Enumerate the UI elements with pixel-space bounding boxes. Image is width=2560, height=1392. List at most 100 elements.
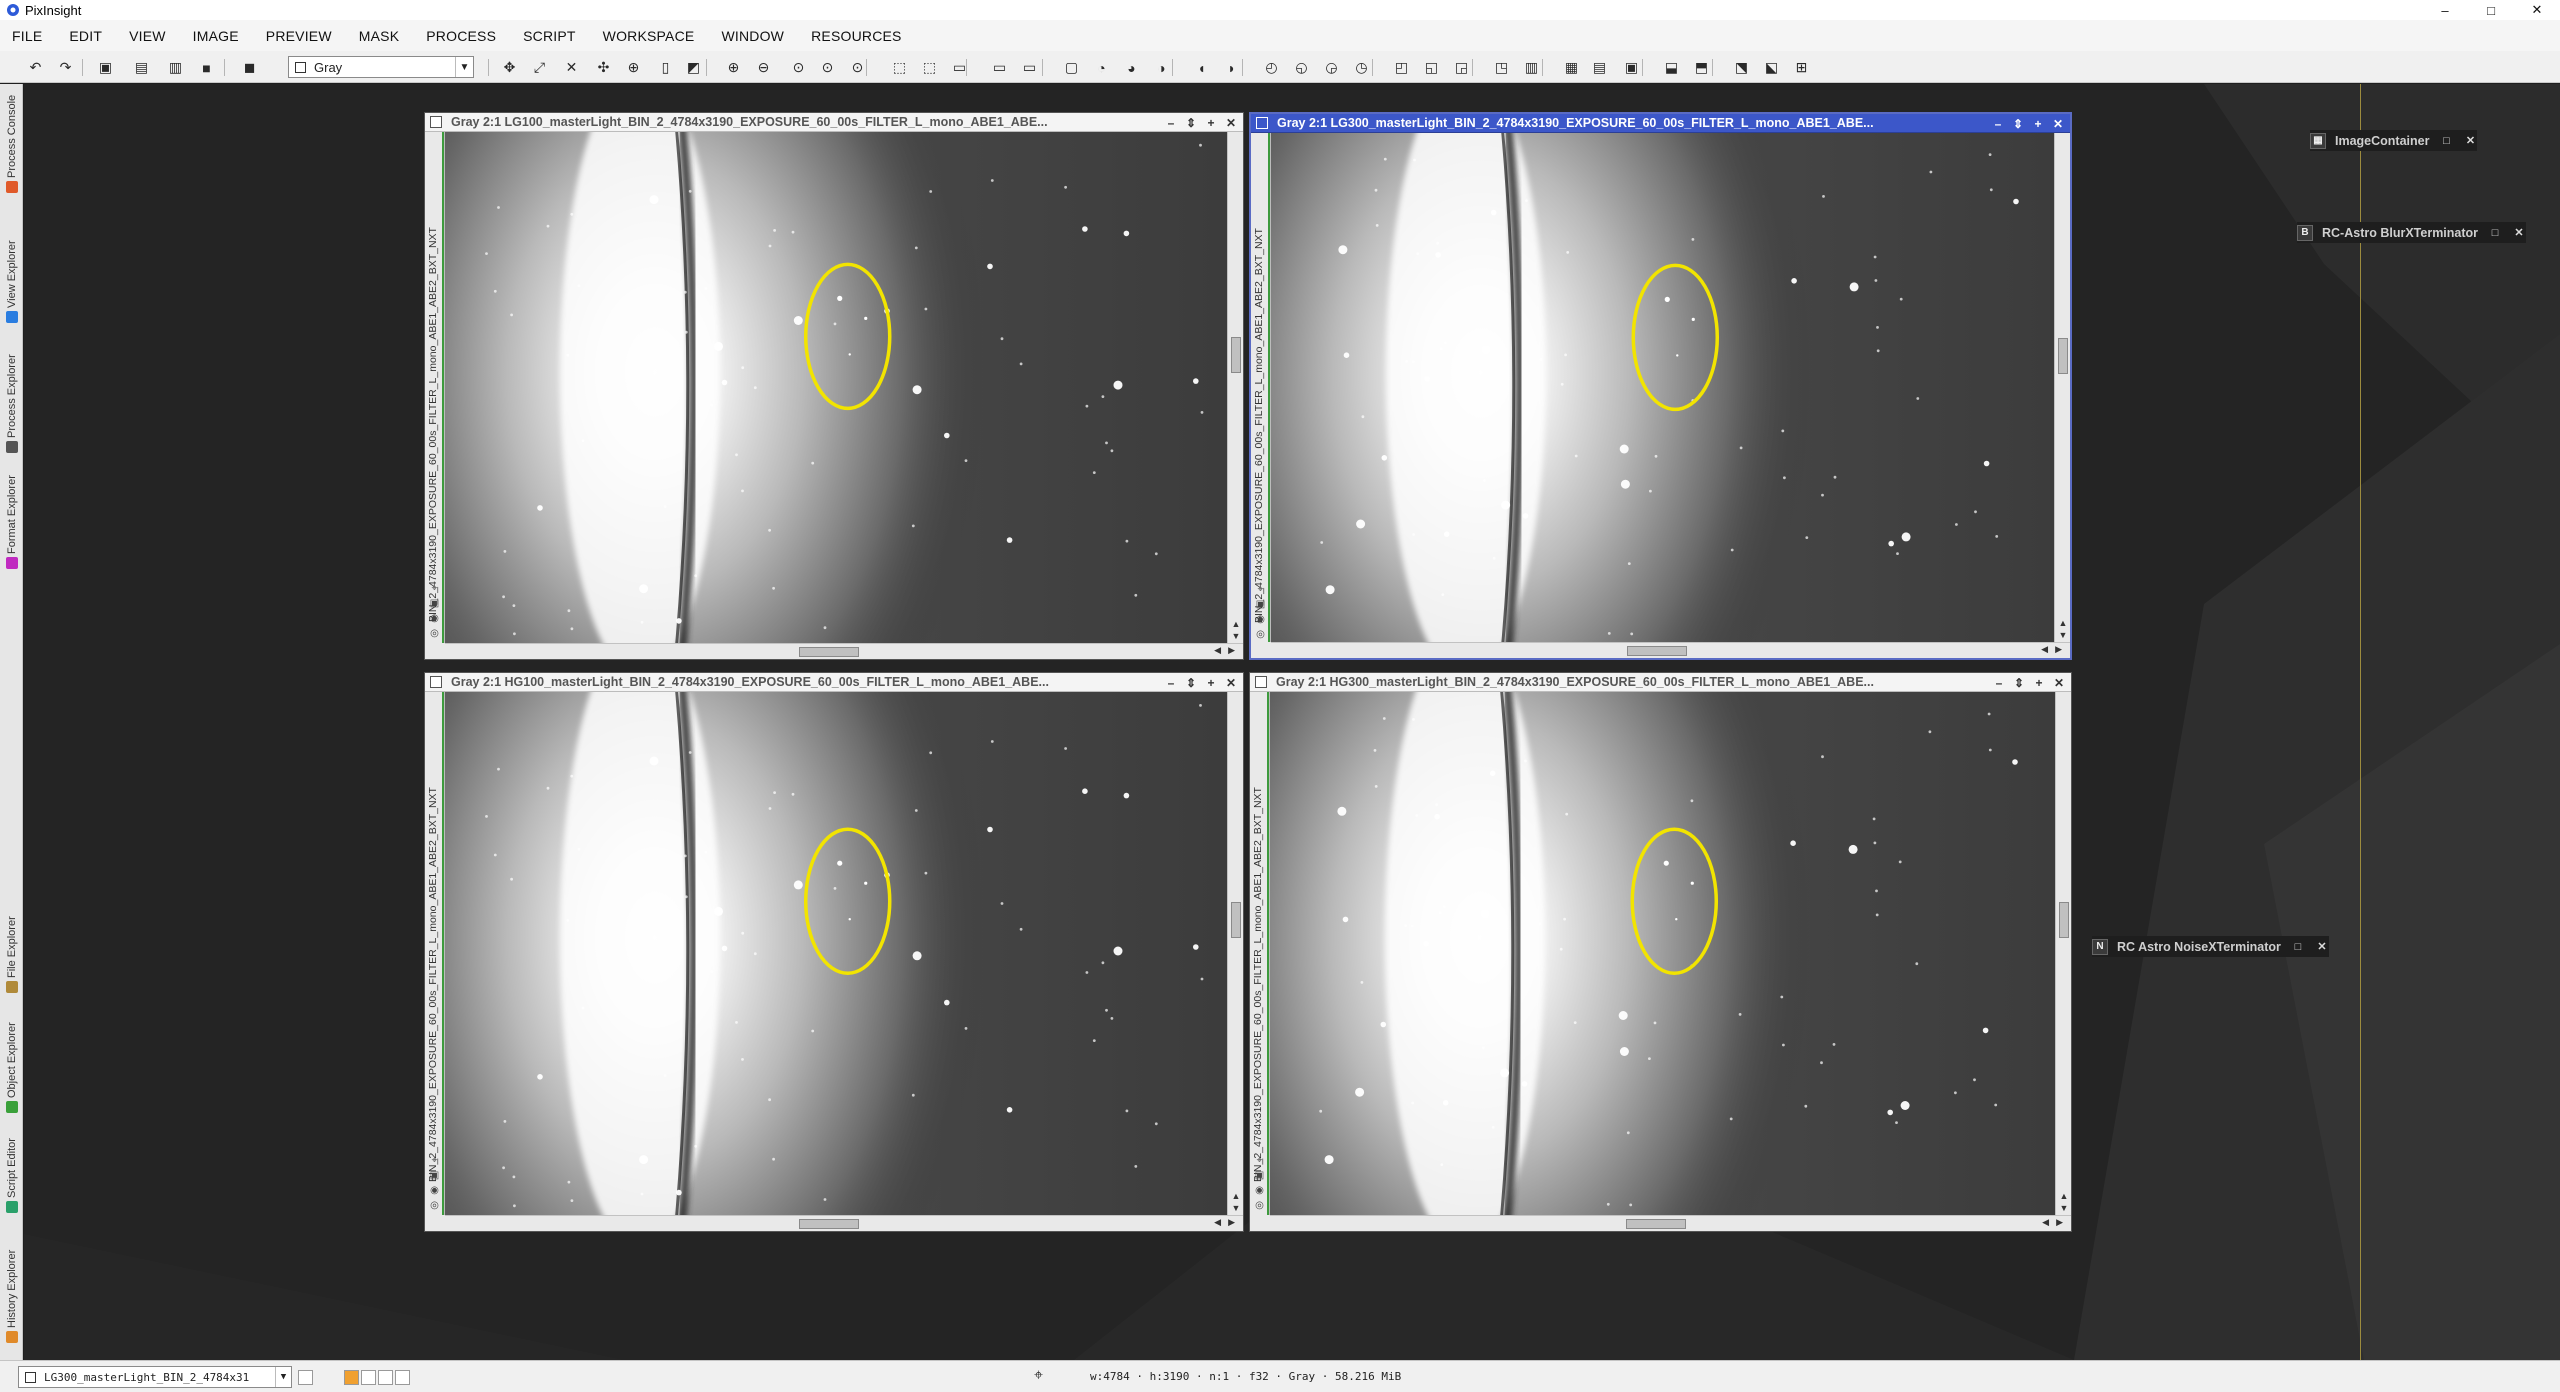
lock-icon[interactable]: ⌖ <box>1255 584 1266 595</box>
horizontal-scroll-thumb[interactable] <box>1626 1219 1686 1229</box>
image-window-title-bar[interactable]: Gray 2:1 HG100_masterLight_BIN_2_4784x31… <box>425 673 1243 692</box>
mask-toggle-icon[interactable]: ▣ <box>429 598 440 609</box>
view-mode-icon[interactable] <box>298 1370 313 1385</box>
icon-blurxterminator[interactable]: B RC-Astro BlurXTerminator □ ✕ <box>2297 222 2527 243</box>
horizontal-scrollbar[interactable]: ◀ ▶ <box>1270 1215 2071 1231</box>
export3-icon[interactable]: ⬔ <box>1732 58 1751 77</box>
image-canvas[interactable] <box>1271 133 2054 642</box>
lock-icon[interactable]: ⌖ <box>429 583 440 594</box>
move-icon[interactable]: ✣ <box>594 58 613 77</box>
zoom-3-icon[interactable]: ⊙ <box>848 58 867 77</box>
lock-icon[interactable]: ⌖ <box>429 1155 440 1166</box>
side-tab-format-explorer[interactable]: Format Explorer <box>0 460 23 569</box>
pin-icon[interactable]: ◉ <box>1254 1185 1265 1196</box>
scroll-up-icon[interactable]: ▲ <box>2056 1191 2072 1201</box>
stf-toggle-icon[interactable]: ◎ <box>1255 629 1266 640</box>
icon-imagecontainer[interactable]: ▦ ImageContainer □ ✕ <box>2310 130 2478 151</box>
shade-icon[interactable]: ⇕ <box>1181 116 1201 130</box>
horizontal-scrollbar[interactable]: ◀ ▶ <box>445 1215 1243 1231</box>
image-window-title-bar[interactable]: Gray 2:1 LG100_masterLight_BIN_2_4784x31… <box>425 113 1243 132</box>
mask-icon[interactable]: ◩ <box>684 58 703 77</box>
horizontal-scrollbar[interactable]: ◀ ▶ <box>1271 642 2070 658</box>
scroll-down-icon[interactable]: ▼ <box>1228 631 1244 641</box>
color-mode-select[interactable]: Gray ▼ <box>288 56 474 78</box>
image-canvas[interactable] <box>445 132 1227 643</box>
image-canvas[interactable] <box>445 692 1227 1215</box>
channel-gray-icon[interactable] <box>344 1370 359 1385</box>
abe2-icon[interactable]: ◴ <box>1262 58 1281 77</box>
color-icon[interactable]: ◼ <box>240 58 259 77</box>
horizontal-scrollbar[interactable]: ◀ ▶ <box>445 643 1243 659</box>
stretch2-icon[interactable]: ◱ <box>1422 58 1441 77</box>
vertical-scrollbar[interactable]: ▲ ▼ <box>1227 132 1243 643</box>
preview2-icon[interactable]: ⬚ <box>920 58 939 77</box>
vertical-scrollbar[interactable]: ▲ ▼ <box>2055 692 2071 1215</box>
stf-toggle-icon[interactable]: ◎ <box>429 1200 440 1211</box>
zoom-all-icon[interactable]: ✕ <box>562 58 581 77</box>
close-icon[interactable]: ✕ <box>2315 940 2329 953</box>
close-icon[interactable]: ✕ <box>2048 117 2068 131</box>
scroll-left-icon[interactable]: ◀ <box>1214 645 1221 656</box>
shade-icon[interactable]: ⇕ <box>1181 676 1201 690</box>
fft-icon[interactable]: ◑ <box>1152 58 1171 77</box>
scroll-up-icon[interactable]: ▲ <box>2055 618 2071 628</box>
export-icon[interactable]: ⬓ <box>1662 58 1681 77</box>
redo-icon[interactable]: ↷ <box>56 58 75 77</box>
scroll-right-icon[interactable]: ▶ <box>2055 644 2062 655</box>
menu-script[interactable]: SCRIPT <box>523 28 576 44</box>
shade-icon[interactable]: ⇕ <box>2008 117 2028 131</box>
mask-toggle-icon[interactable]: ▣ <box>1255 599 1266 610</box>
restore-icon[interactable]: □ <box>2291 941 2305 953</box>
pin-icon[interactable]: ◉ <box>429 613 440 624</box>
side-tab-view-explorer[interactable]: View Explorer <box>0 214 23 323</box>
menu-resources[interactable]: RESOURCES <box>811 28 901 44</box>
side-tab-script-editor[interactable]: Script Editor <box>0 1114 23 1213</box>
zoom-out-icon[interactable]: ⊖ <box>754 58 773 77</box>
minimize-icon[interactable]: – <box>1989 676 2009 690</box>
close-icon[interactable]: ✕ <box>2049 676 2069 690</box>
scroll-right-icon[interactable]: ▶ <box>1228 645 1235 656</box>
zoom-2-icon[interactable]: ⊙ <box>818 58 837 77</box>
minimize-button[interactable]: – <box>2422 0 2468 20</box>
vertical-scroll-thumb[interactable] <box>1231 337 1241 373</box>
close-button[interactable]: ✕ <box>2514 0 2560 20</box>
dbe-icon[interactable]: ◵ <box>1292 58 1311 77</box>
stretch-icon[interactable]: ◰ <box>1392 58 1411 77</box>
minimize-icon[interactable]: – <box>1161 116 1181 130</box>
monitor-icon[interactable]: ▤ <box>1590 58 1609 77</box>
mask-toggle-icon[interactable]: ▣ <box>429 1170 440 1181</box>
channel-green-icon[interactable] <box>378 1370 393 1385</box>
shade-icon[interactable]: ⇕ <box>2009 676 2029 690</box>
dbe3-icon[interactable]: ◷ <box>1352 58 1371 77</box>
zoom-fit-icon[interactable]: ⤢ <box>530 58 549 77</box>
minimize-icon[interactable]: – <box>1161 676 1181 690</box>
curves3-icon[interactable]: ◕ <box>1122 58 1141 77</box>
horizontal-scroll-thumb[interactable] <box>799 647 859 657</box>
zoom-1-icon[interactable]: ⊙ <box>789 58 808 77</box>
export2-icon[interactable]: ⬒ <box>1692 58 1711 77</box>
image-window-hg300[interactable]: Gray 2:1 HG300_masterLight_BIN_2_4784x31… <box>1249 672 2072 1232</box>
menu-workspace[interactable]: WORKSPACE <box>603 28 695 44</box>
scroll-right-icon[interactable]: ▶ <box>2056 1217 2063 1228</box>
scroll-left-icon[interactable]: ◀ <box>2041 644 2048 655</box>
maximize-icon[interactable]: + <box>1201 116 1221 130</box>
channel-blue-icon[interactable] <box>395 1370 410 1385</box>
menu-file[interactable]: FILE <box>12 28 42 44</box>
stf-toggle-icon[interactable]: ◎ <box>429 628 440 639</box>
image-window-lg300[interactable]: Gray 2:1 LG300_masterLight_BIN_2_4784x31… <box>1249 112 2072 660</box>
menu-image[interactable]: IMAGE <box>193 28 239 44</box>
process-icon[interactable]: ▣ <box>96 58 115 77</box>
abe-icon[interactable]: ◗ <box>1222 58 1241 77</box>
stf-icon[interactable]: ▭ <box>990 58 1009 77</box>
settings-icon[interactable]: ⬕ <box>1762 58 1781 77</box>
maximize-icon[interactable]: + <box>1201 676 1221 690</box>
image-window-title-bar[interactable]: Gray 2:1 HG300_masterLight_BIN_2_4784x31… <box>1250 673 2071 692</box>
close-icon[interactable]: ✕ <box>2512 226 2526 239</box>
fft2-icon[interactable]: ◖ <box>1192 58 1211 77</box>
monitor2-icon[interactable]: ▣ <box>1622 58 1641 77</box>
minimize-icon[interactable]: – <box>1988 117 2008 131</box>
maximize-icon[interactable]: + <box>2029 676 2049 690</box>
pan-icon[interactable]: ✥ <box>500 58 519 77</box>
mask-toggle-icon[interactable]: ▣ <box>1254 1170 1265 1181</box>
curves-icon[interactable]: ▢ <box>1062 58 1081 77</box>
